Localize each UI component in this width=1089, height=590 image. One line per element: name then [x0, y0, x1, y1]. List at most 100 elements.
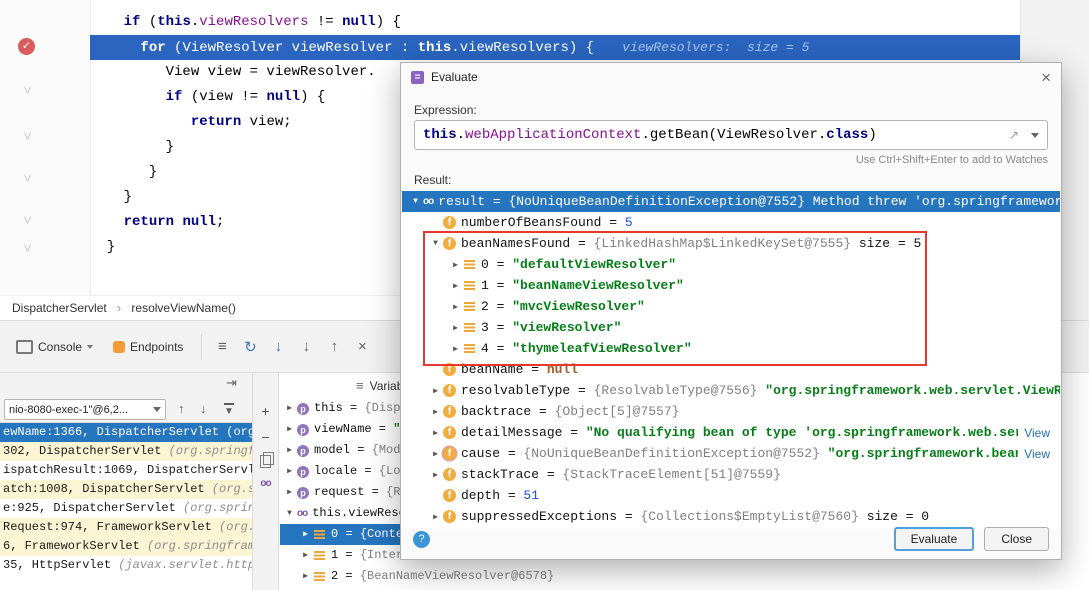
- evaluate-expression-icon: [411, 71, 424, 84]
- fold-marker-icon[interactable]: >: [20, 132, 36, 140]
- stack-frame[interactable]: Request:974, FrameworkServlet (org.sprin: [0, 518, 252, 537]
- result-tree-row[interactable]: ▶3 = "viewResolver": [402, 317, 1060, 338]
- parameter-icon: p: [297, 424, 309, 436]
- menu-icon[interactable]: ≡: [210, 338, 234, 355]
- expand-toggle[interactable]: ▶: [428, 470, 443, 480]
- variable-text: 2 = {BeanNameViewResolver@6578}: [331, 566, 580, 587]
- result-tree-row[interactable]: ▶1 = "beanNameViewResolver": [402, 275, 1060, 296]
- stack-frame[interactable]: ispatchResult:1069, DispatcherServlet (o…: [0, 461, 252, 480]
- result-tree: ▼ooresult = {NoUniqueBeanDefinitionExcep…: [402, 191, 1060, 529]
- detach-icon[interactable]: ×: [350, 338, 374, 355]
- help-icon[interactable]: [413, 531, 430, 548]
- field-icon: f: [443, 426, 456, 439]
- add-watch-icon[interactable]: +: [261, 403, 269, 419]
- stack-frame[interactable]: 6, FrameworkServlet (org.springframewo: [0, 537, 252, 556]
- tab-endpoints[interactable]: Endpoints: [103, 321, 193, 372]
- result-tree-row[interactable]: ▶0 = "defaultViewResolver": [402, 254, 1060, 275]
- result-tree-row[interactable]: ▼fbeanNamesFound = {LinkedHashMap$Linked…: [402, 233, 1060, 254]
- stack-frame[interactable]: atch:1008, DispatcherServlet (org.spring…: [0, 480, 252, 499]
- result-tree-row[interactable]: f beanName = null: [402, 359, 1060, 380]
- view-link[interactable]: View: [1018, 447, 1060, 461]
- array-item-icon: [464, 281, 475, 290]
- expand-toggle[interactable]: ▶: [298, 566, 313, 587]
- tree-row-text: numberOfBeansFound = 5: [461, 215, 1060, 230]
- execution-line: for (ViewResolver viewResolver : this.vi…: [90, 35, 1020, 60]
- chevron-down-icon[interactable]: [1031, 133, 1039, 138]
- stack-frame[interactable]: 302, DispatcherServlet (org.springframew: [0, 442, 252, 461]
- tab-console[interactable]: Console: [6, 321, 103, 372]
- dialog-titlebar[interactable]: Evaluate ×: [401, 63, 1061, 91]
- field-icon: f: [443, 363, 456, 376]
- expand-toggle[interactable]: ▶: [282, 461, 297, 482]
- expression-code: this.webApplicationContext.getBean(ViewR…: [423, 127, 1009, 143]
- expression-input[interactable]: this.webApplicationContext.getBean(ViewR…: [414, 120, 1048, 150]
- previous-frame-icon[interactable]: ↑: [178, 401, 185, 416]
- tree-row-text: backtrace = {Object[5]@7557}: [461, 404, 1060, 419]
- expand-toggle[interactable]: ▶: [282, 440, 297, 461]
- variable-row[interactable]: ▶ 2 = {BeanNameViewResolver@6578}: [280, 566, 580, 587]
- show-watches-icon[interactable]: oo: [260, 478, 270, 489]
- endpoints-icon: [113, 341, 125, 353]
- thread-selector[interactable]: nio-8080-exec-1"@6,2...: [4, 399, 166, 420]
- expand-editor-icon[interactable]: ↗: [1009, 128, 1019, 142]
- tree-row-text: resolvableType = {ResolvableType@7556} "…: [461, 383, 1060, 398]
- result-tree-row[interactable]: ▶4 = "thymeleafViewResolver": [402, 338, 1060, 359]
- fold-marker-icon[interactable]: >: [20, 216, 36, 224]
- tree-row-text: beanName = null: [461, 362, 1060, 377]
- expand-toggle[interactable]: ▶: [428, 386, 443, 396]
- result-tree-row[interactable]: ▼ooresult = {NoUniqueBeanDefinitionExcep…: [402, 191, 1060, 212]
- expand-toggle[interactable]: ▶: [282, 419, 297, 440]
- result-tree-row[interactable]: ▶fdetailMessage = "No qualifying bean of…: [402, 422, 1060, 443]
- step-into-icon[interactable]: ↓: [266, 338, 290, 355]
- dialog-footer: Evaluate Close: [401, 519, 1061, 559]
- result-tree-row[interactable]: ▶fstackTrace = {StackTraceElement[51]@75…: [402, 464, 1060, 485]
- stack-frame[interactable]: ewName:1366, DispatcherServlet (org.sp: [0, 423, 252, 442]
- expand-toggle[interactable]: ▶: [448, 344, 463, 354]
- result-tree-row[interactable]: ▶fresolvableType = {ResolvableType@7556}…: [402, 380, 1060, 401]
- stack-frame[interactable]: e:925, DispatcherServlet (org.springfram…: [0, 499, 252, 518]
- fold-marker-icon[interactable]: >: [20, 244, 36, 252]
- stack-frame[interactable]: 35, HttpServlet (javax.servlet.http): [0, 556, 252, 575]
- breakpoint-icon[interactable]: ✓: [18, 38, 35, 55]
- result-tree-row[interactable]: fnumberOfBeansFound = 5: [402, 212, 1060, 233]
- expand-toggle[interactable]: ▶: [428, 428, 443, 438]
- expand-toggle[interactable]: ▶: [282, 398, 297, 419]
- expand-toggle[interactable]: ▶: [428, 407, 443, 417]
- result-tree-row[interactable]: ▶fcause = {NoUniqueBeanDefinitionExcepti…: [402, 443, 1060, 464]
- result-tree-row[interactable]: ▶2 = "mvcViewResolver": [402, 296, 1060, 317]
- breadcrumb-class[interactable]: DispatcherServlet: [12, 301, 107, 315]
- fold-marker-icon[interactable]: >: [20, 174, 36, 182]
- expand-toggle[interactable]: ▶: [448, 302, 463, 312]
- next-frame-icon[interactable]: ↓: [200, 401, 207, 416]
- restore-layout-icon[interactable]: ⇥: [226, 375, 237, 391]
- tree-row-text: depth = 51: [461, 488, 1060, 503]
- expand-toggle[interactable]: ▶: [448, 260, 463, 270]
- step-down-icon[interactable]: ↓: [294, 338, 318, 355]
- close-button[interactable]: Close: [984, 527, 1049, 551]
- expand-toggle[interactable]: ▶: [282, 482, 297, 503]
- expand-toggle[interactable]: ▶: [298, 545, 313, 566]
- close-icon[interactable]: ×: [1041, 69, 1051, 86]
- expand-toggle[interactable]: ▼: [408, 197, 423, 206]
- result-tree-row[interactable]: ▶fbacktrace = {Object[5]@7557}: [402, 401, 1060, 422]
- hide-frames-filter-icon[interactable]: ▼: [224, 403, 234, 417]
- copy-icon[interactable]: [260, 455, 271, 468]
- add-to-watches-hint: Use Ctrl+Shift+Enter to add to Watches: [856, 154, 1048, 166]
- fold-marker-icon[interactable]: >: [20, 86, 36, 94]
- expand-toggle[interactable]: ▶: [428, 449, 443, 459]
- expand-toggle[interactable]: ▶: [298, 524, 313, 545]
- breadcrumb-method[interactable]: resolveViewName(): [131, 301, 235, 315]
- result-tree-row[interactable]: fdepth = 51: [402, 485, 1060, 506]
- evaluate-button[interactable]: Evaluate: [894, 527, 975, 551]
- expand-toggle[interactable]: ▶: [448, 323, 463, 333]
- expand-toggle[interactable]: ▼: [428, 239, 443, 248]
- expand-toggle[interactable]: ▶: [448, 281, 463, 291]
- remove-watch-icon[interactable]: −: [261, 429, 269, 445]
- view-link[interactable]: View: [1018, 426, 1060, 440]
- step-out-icon[interactable]: ↑: [322, 338, 346, 355]
- ide-window: ✓ > > > > > if (this.viewResolvers != nu…: [0, 0, 1089, 590]
- menu-icon: ≡: [356, 378, 364, 393]
- expand-toggle[interactable]: ▼: [282, 503, 297, 524]
- rerun-icon[interactable]: ↻: [238, 338, 262, 356]
- result-label: Result:: [414, 173, 451, 187]
